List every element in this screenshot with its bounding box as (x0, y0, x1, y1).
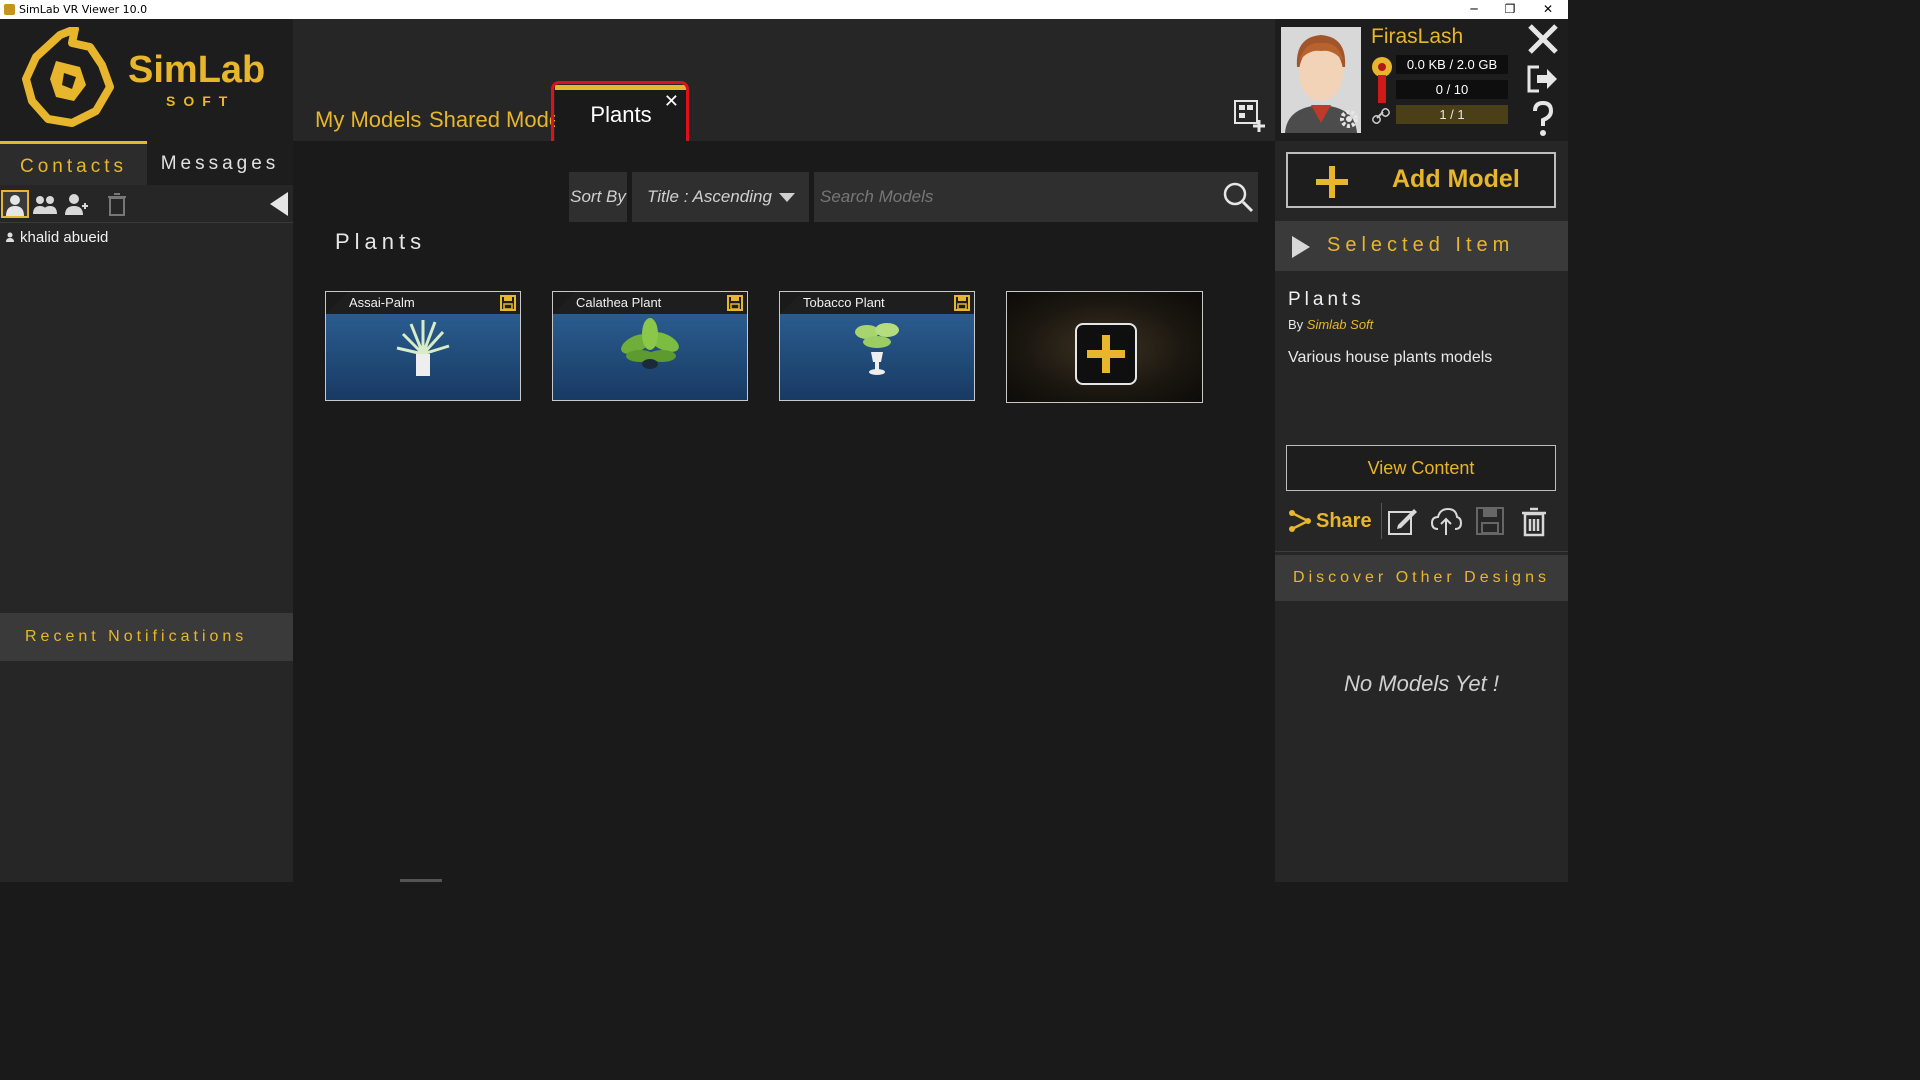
model-count: 0 / 10 (1396, 80, 1508, 99)
model-card[interactable]: Assai-Palm (325, 291, 521, 401)
selected-item-title: Plants (1288, 289, 1365, 310)
person-icon (6, 232, 14, 242)
model-thumbnail (553, 314, 747, 400)
selected-item-header[interactable]: Selected Item (1275, 221, 1568, 271)
tab-contacts[interactable]: Contacts (0, 141, 147, 185)
tab-plants[interactable]: Plants ✕ (555, 85, 687, 141)
avatar[interactable] (1281, 27, 1361, 133)
link-count: 1 / 1 (1396, 105, 1508, 124)
close-window-button[interactable]: ✕ (1530, 0, 1566, 19)
share-label: Share (1316, 510, 1372, 532)
logout-icon[interactable] (1525, 61, 1561, 97)
chevron-down-icon (779, 193, 795, 202)
logo: SimLab SOFT (0, 19, 293, 141)
author-name[interactable]: Simlab Soft (1307, 317, 1373, 332)
section-title: Plants (335, 229, 427, 254)
contacts-panel: SimLab SOFT Contacts Messages khalid abu… (0, 19, 293, 882)
tobacco-plant-icon (855, 323, 899, 375)
trash-icon[interactable] (103, 190, 131, 218)
view-content-button[interactable]: View Content (1286, 445, 1556, 491)
minimize-button[interactable]: ─ (1456, 0, 1492, 19)
window-titlebar: SimLab VR Viewer 10.0 ─ ❐ ✕ (0, 0, 1568, 19)
upload-cloud-icon[interactable] (1430, 505, 1462, 537)
save-icon[interactable] (727, 295, 743, 311)
license-key-icon (1372, 57, 1392, 103)
right-panel: FirasLash 0.0 KB / 2.0 GB 0 / 10 1 / 1 A… (1275, 19, 1568, 882)
contact-item[interactable]: khalid abueid (6, 229, 108, 246)
divider (1381, 503, 1382, 539)
models-content: Sort By Title : Ascending Search Models … (293, 141, 1275, 882)
by-label: By (1288, 317, 1304, 332)
model-thumbnail (326, 314, 520, 400)
logo-subtitle: SOFT (166, 93, 236, 109)
sort-by-label: Sort By (569, 172, 627, 222)
plus-icon (1075, 323, 1137, 385)
recent-notifications-header[interactable]: Recent Notifications (0, 613, 293, 661)
contacts-tabs: Contacts Messages (0, 141, 293, 185)
model-card-header: Calathea Plant (553, 292, 747, 314)
collapse-panel-icon[interactable] (264, 190, 292, 218)
save-icon[interactable] (500, 295, 516, 311)
discover-other-designs-header[interactable]: Discover Other Designs (1275, 555, 1568, 601)
model-title: Assai-Palm (349, 295, 415, 310)
add-model-label: Add Model (1392, 165, 1520, 193)
model-thumbnail (780, 314, 974, 400)
play-icon (1292, 236, 1310, 258)
delete-icon[interactable] (1518, 505, 1550, 537)
save-icon[interactable] (1474, 505, 1506, 537)
username: FirasLash (1371, 25, 1464, 48)
logo-name: SimLab (128, 49, 266, 91)
selected-item-author: By Simlab Soft (1288, 317, 1373, 332)
item-actions: Share (1286, 499, 1556, 543)
section-divider (1275, 551, 1568, 552)
palm-plant-icon (396, 320, 450, 376)
storage-usage: 0.0 KB / 2.0 GB (1396, 55, 1508, 74)
add-model-card[interactable] (1006, 291, 1203, 403)
sort-select[interactable]: Title : Ascending (632, 172, 809, 222)
model-card-header: Assai-Palm (326, 292, 520, 314)
dragon-logo-icon (22, 27, 114, 127)
tab-my-models[interactable]: My Models (315, 103, 421, 141)
save-icon[interactable] (954, 295, 970, 311)
search-placeholder: Search Models (820, 187, 934, 206)
single-user-icon[interactable] (1, 190, 29, 218)
tab-bar: My Models Shared Models Plants ✕ (293, 19, 1275, 141)
model-card[interactable]: Calathea Plant (552, 291, 748, 401)
close-tab-icon[interactable]: ✕ (664, 90, 679, 112)
selected-item-label: Selected Item (1327, 234, 1515, 256)
add-layout-icon[interactable] (1233, 99, 1267, 133)
share-icon (1289, 510, 1311, 532)
contacts-toolbar (0, 185, 293, 223)
gear-icon[interactable] (1337, 107, 1361, 131)
link-icon (1372, 108, 1390, 124)
help-icon[interactable] (1525, 100, 1561, 137)
tab-messages[interactable]: Messages (147, 141, 293, 185)
restore-button[interactable]: ❐ (1492, 0, 1528, 19)
model-title: Tobacco Plant (803, 295, 885, 310)
search-icon[interactable] (1222, 181, 1254, 213)
app-icon (4, 4, 15, 15)
model-card-header: Tobacco Plant (780, 292, 974, 314)
search-input[interactable]: Search Models (814, 172, 1258, 222)
tab-plants-label: Plants (590, 102, 652, 127)
no-models-message: No Models Yet ! (1344, 671, 1499, 696)
selected-item-description: Various house plants models (1288, 349, 1493, 366)
contact-name: khalid abueid (20, 229, 109, 246)
close-icon[interactable] (1525, 21, 1561, 57)
window-title: SimLab VR Viewer 10.0 (19, 3, 148, 16)
add-model-button[interactable]: Add Model (1286, 152, 1556, 208)
model-title: Calathea Plant (576, 295, 662, 310)
plus-icon (1316, 166, 1348, 198)
group-users-icon[interactable] (31, 190, 59, 218)
share-button[interactable]: Share (1286, 499, 1372, 543)
add-user-icon[interactable] (62, 190, 90, 218)
sort-value: Title : Ascending (647, 187, 772, 206)
edit-icon[interactable] (1386, 505, 1418, 537)
scrollbar[interactable] (400, 879, 442, 882)
model-card[interactable]: Tobacco Plant (779, 291, 975, 401)
user-info: FirasLash 0.0 KB / 2.0 GB 0 / 10 1 / 1 (1275, 19, 1568, 141)
calathea-plant-icon (621, 318, 679, 369)
